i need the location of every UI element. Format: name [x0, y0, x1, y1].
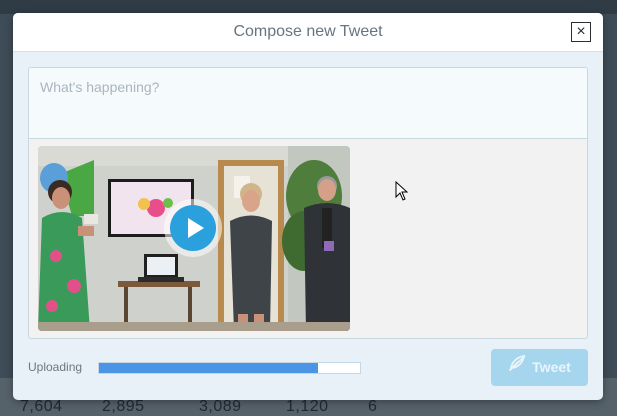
- video-thumbnail[interactable]: [38, 146, 350, 331]
- tweet-placeholder: What's happening?: [40, 79, 160, 95]
- background-stat: 7,604: [20, 398, 63, 415]
- background-stat: 1,120: [286, 398, 329, 415]
- background-stat: 2,895: [102, 398, 145, 415]
- background-stat: 3,089: [199, 398, 242, 415]
- play-icon: [170, 205, 216, 251]
- tweet-textarea[interactable]: What's happening?: [29, 68, 587, 139]
- upload-progress-fill: [99, 363, 319, 373]
- upload-status-label: Uploading: [28, 360, 83, 374]
- background-top-bar: [0, 0, 617, 14]
- dialog-title: Compose new Tweet: [233, 23, 383, 40]
- close-button[interactable]: ×: [571, 22, 591, 42]
- close-icon: ×: [576, 23, 586, 40]
- play-button[interactable]: [164, 199, 222, 257]
- tweet-button[interactable]: Tweet: [491, 349, 588, 386]
- upload-progress-bar: [98, 362, 361, 374]
- tweet-composer: What's happening?: [28, 67, 588, 339]
- background-stat: 6: [368, 398, 378, 415]
- dialog-header: Compose new Tweet ×: [13, 13, 603, 52]
- tweet-button-label: Tweet: [532, 359, 571, 375]
- feather-icon: [508, 348, 526, 385]
- compose-tweet-dialog: Compose new Tweet × What's happening? Up…: [13, 13, 603, 400]
